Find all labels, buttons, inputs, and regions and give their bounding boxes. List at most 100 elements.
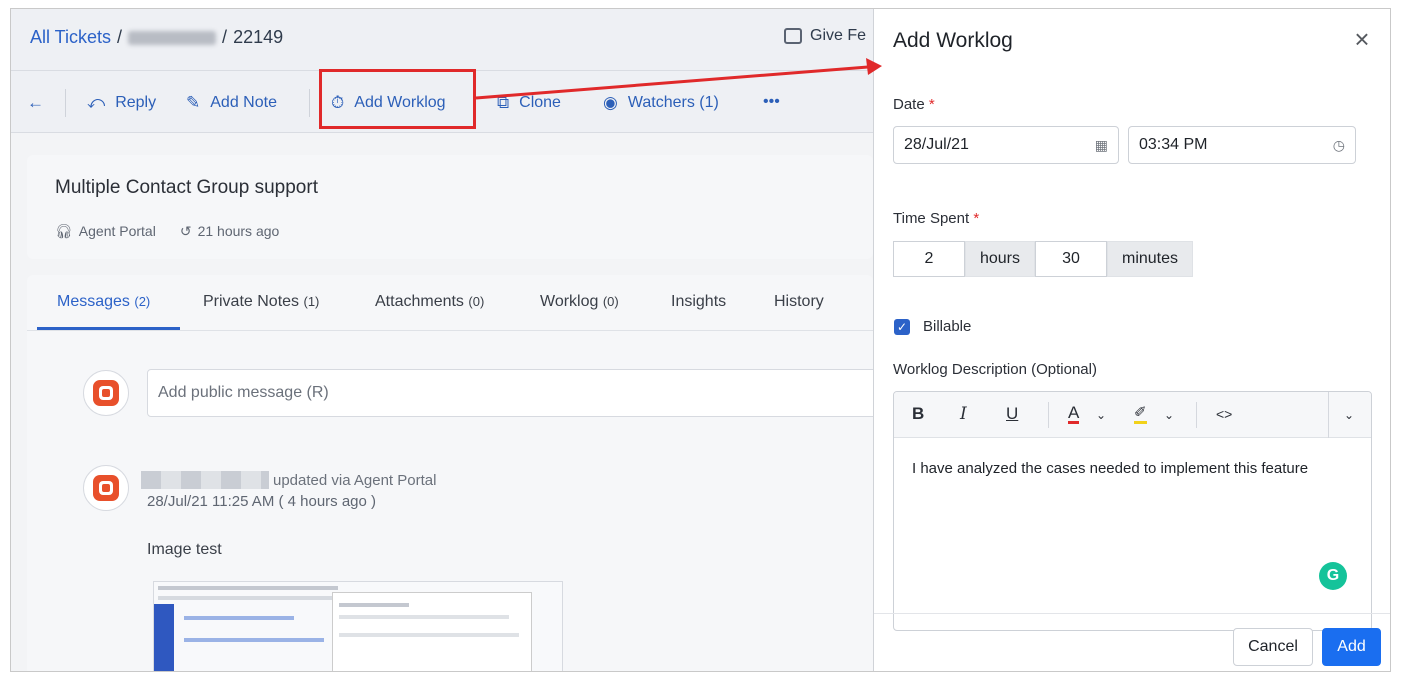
ticket-source-label: Agent Portal <box>78 223 156 239</box>
tab-label: History <box>774 293 824 310</box>
minutes-unit: minutes <box>1107 241 1193 277</box>
minutes-input[interactable]: 30 <box>1035 241 1107 277</box>
highlight-color-icon[interactable]: ✐ <box>1134 404 1147 424</box>
watchers-button[interactable]: ◉ Watchers (1) <box>603 93 719 113</box>
note-icon: ✎ <box>186 93 201 112</box>
ticket-view: All Tickets / / 22149 Give Fe ← ⤺ Reply ✎… <box>11 9 887 671</box>
add-worklog-panel: Add Worklog × Date * 28/Jul/21 ▦ 03:34 P… <box>873 9 1390 671</box>
tab-attachments[interactable]: Attachments (0) <box>375 293 484 311</box>
required-mark: * <box>973 210 980 227</box>
message-action: updated via Agent Portal <box>273 471 437 489</box>
ticket-age: ↺ 21 hours ago <box>180 223 279 240</box>
highlight-box <box>319 69 476 129</box>
avatar <box>83 370 129 416</box>
hours-unit: hours <box>965 241 1035 277</box>
toolbar-divider <box>1328 392 1329 438</box>
reply-button[interactable]: ⤺ Reply <box>87 93 156 113</box>
feedback-icon <box>784 28 802 44</box>
watchers-label: Watchers (1) <box>627 94 719 111</box>
add-note-button[interactable]: ✎ Add Note <box>186 93 277 113</box>
add-note-label: Add Note <box>210 94 277 111</box>
clone-button[interactable]: ⧉ Clone <box>497 93 561 113</box>
billable-checkbox[interactable]: ✓ <box>894 319 910 335</box>
active-tab-indicator <box>37 327 180 330</box>
tab-history[interactable]: History <box>774 293 824 311</box>
toolbar-divider <box>1196 402 1197 428</box>
tab-private-notes[interactable]: Private Notes (1) <box>203 293 319 311</box>
more-actions-button[interactable]: ••• <box>763 93 780 111</box>
add-button[interactable]: Add <box>1322 628 1381 666</box>
code-view-button[interactable]: <> <box>1216 406 1232 422</box>
tab-label: Insights <box>671 293 727 310</box>
description-label: Worklog Description (Optional) <box>893 361 1097 378</box>
ticket-meta: 🎧︎ Agent Portal ↺ 21 hours ago <box>55 223 279 240</box>
tab-count: (0) <box>602 294 619 309</box>
screenshot-frame: All Tickets / / 22149 Give Fe ← ⤺ Reply ✎… <box>10 8 1391 672</box>
public-message-input[interactable]: Add public message (R) <box>147 369 887 417</box>
time-spent-label: Time Spent * <box>893 210 979 227</box>
tab-worklog[interactable]: Worklog (0) <box>540 293 619 311</box>
back-arrow-icon: ← <box>27 93 44 112</box>
boldsign-logo-icon <box>93 380 119 406</box>
eye-icon: ◉ <box>603 93 618 112</box>
italic-button[interactable]: I <box>960 404 967 424</box>
time-field[interactable]: 03:34 PM ◷ <box>1128 126 1356 164</box>
date-label: Date * <box>893 96 935 113</box>
give-feedback-label: Give Fe <box>810 27 867 44</box>
breadcrumb-redacted-project[interactable] <box>128 30 217 45</box>
breadcrumb-separator: / <box>222 27 228 47</box>
time-value: 03:34 PM <box>1139 136 1208 153</box>
bold-button[interactable]: B <box>912 404 924 424</box>
ticket-header-card: Multiple Contact Group support 🎧︎ Agent P… <box>27 155 873 259</box>
panel-title: Add Worklog <box>893 29 1013 52</box>
breadcrumb-all-tickets[interactable]: All Tickets <box>30 27 111 48</box>
clock-icon[interactable]: ◷ <box>1333 137 1345 154</box>
toolbar-divider <box>1048 402 1049 428</box>
back-button[interactable]: ← <box>27 93 44 113</box>
avatar <box>83 465 129 511</box>
font-color-button[interactable]: A <box>1068 404 1080 424</box>
description-text[interactable]: I have analyzed the cases needed to impl… <box>912 460 1308 477</box>
hours-input[interactable]: 2 <box>893 241 965 277</box>
thumb-popup <box>332 592 532 671</box>
tab-messages[interactable]: Messages (2) <box>57 293 150 311</box>
more-tools-chevron-icon[interactable]: ⌄ <box>1344 408 1354 422</box>
attached-screenshot-thumbnail[interactable] <box>153 581 563 671</box>
toolbar-divider <box>65 89 66 117</box>
panel-footer: Cancel Add <box>874 613 1390 671</box>
tab-insights[interactable]: Insights <box>671 293 726 311</box>
ticket-tabs: Messages (2) Private Notes (1) Attachmen… <box>27 275 873 331</box>
thumb-line <box>339 603 409 607</box>
tab-label: Worklog <box>540 293 599 310</box>
billable-label: Billable <box>923 318 972 335</box>
ticket-title: Multiple Contact Group support <box>55 177 318 198</box>
editor-toolbar: B I U A ⌄ ✐ ⌄ <> ⌄ <box>894 392 1371 438</box>
clone-icon: ⧉ <box>497 93 510 112</box>
date-label-text: Date <box>893 96 925 113</box>
description-editor[interactable]: B I U A ⌄ ✐ ⌄ <> ⌄ I have analyzed the c… <box>893 391 1372 631</box>
history-icon: ↺ <box>179 223 192 239</box>
headset-icon: 🎧︎ <box>55 223 73 239</box>
thumb-sidebar <box>154 604 174 671</box>
redacted-author-name <box>141 471 269 489</box>
message-author-line: updated via Agent Portal <box>141 471 436 489</box>
chevron-down-icon[interactable]: ⌄ <box>1096 408 1106 422</box>
chevron-down-icon[interactable]: ⌄ <box>1164 408 1174 422</box>
ticket-source: 🎧︎ Agent Portal <box>55 223 156 240</box>
thumb-line <box>184 638 324 642</box>
tab-label: Attachments <box>375 293 464 310</box>
time-spent-label-text: Time Spent <box>893 210 970 227</box>
date-field[interactable]: 28/Jul/21 ▦ <box>893 126 1119 164</box>
breadcrumb-ticket-id: 22149 <box>233 27 284 47</box>
underline-button[interactable]: U <box>1006 404 1018 424</box>
message-body: Image test <box>147 541 222 558</box>
date-value: 28/Jul/21 <box>904 136 969 153</box>
clone-label: Clone <box>519 94 561 111</box>
grammarly-icon[interactable]: G <box>1319 562 1347 590</box>
close-icon[interactable]: × <box>1350 26 1374 52</box>
cancel-button[interactable]: Cancel <box>1233 628 1313 666</box>
tab-count: (1) <box>303 294 320 309</box>
breadcrumb-separator: / <box>117 27 123 47</box>
calendar-icon[interactable]: ▦ <box>1095 137 1108 154</box>
give-feedback-link[interactable]: Give Fe <box>784 27 866 45</box>
